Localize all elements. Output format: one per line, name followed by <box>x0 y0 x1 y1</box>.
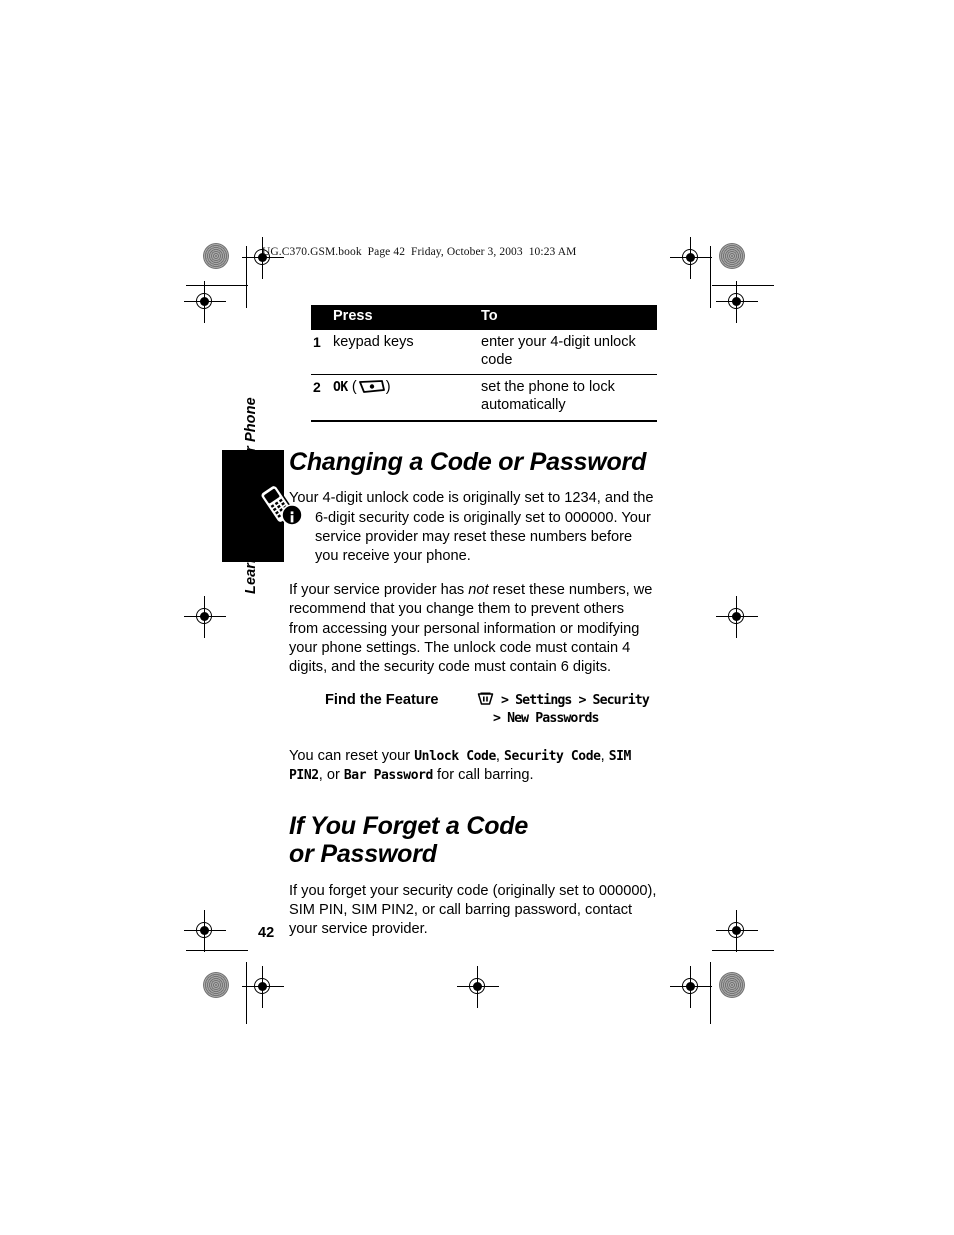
reset-sentence-sep-1: , <box>495 747 505 764</box>
section-heading-changing-a-code-or-password: Changing a Code or Password <box>289 447 647 476</box>
step-press: keypad keys <box>333 329 481 376</box>
registration-mark-right-lower <box>716 910 758 952</box>
registration-mark-right-upper <box>716 281 758 323</box>
step-press: OK () <box>333 374 481 422</box>
halftone-target-bottom-left <box>203 972 229 998</box>
step-to: enter your 4-digit unlock code <box>481 329 657 376</box>
crop-line-right-lower <box>712 950 774 951</box>
paragraph-forgot-code: If you forget your security code (origin… <box>289 882 657 938</box>
registration-mark-top-right <box>670 237 712 279</box>
registration-mark-left-middle <box>184 596 226 638</box>
registration-mark-left-upper <box>184 281 226 323</box>
crop-line-bottom-left-v <box>246 962 247 1024</box>
reset-sentence-sep-2: , <box>600 747 609 764</box>
paragraph-reset-recommendation: If your service provider has not reset t… <box>289 581 657 678</box>
reset-sentence-sep-3: , or <box>318 767 344 784</box>
registration-mark-right-middle <box>716 596 758 638</box>
find-the-feature-label: Find the Feature <box>325 691 439 708</box>
find-the-feature: Find the Feature > Settings > Security > … <box>289 692 657 734</box>
registration-mark-bottom-center <box>457 966 499 1008</box>
note-line-rest: 6-digit security code is originally set … <box>315 509 651 565</box>
registration-mark-bottom-left <box>242 966 284 1008</box>
find-the-feature-path-line-2: > New Passwords <box>493 711 599 727</box>
steps-table-header-row: Press To <box>311 305 657 330</box>
paren-open: ( <box>351 379 357 396</box>
page-content: Press To 1 keypad keys enter your 4-digi… <box>289 305 657 954</box>
paragraph-part-1: If your service provider has <box>289 581 469 598</box>
registration-mark-left-lower <box>184 910 226 952</box>
crop-line-left-lower <box>186 950 248 951</box>
note-line-1: Your 4-digit unlock code is originally s… <box>289 490 654 507</box>
running-header: UG.C370.GSM.book Page 42 Friday, October… <box>262 246 577 258</box>
crop-line-top-right-v <box>710 246 711 308</box>
step-number: 2 <box>311 374 333 422</box>
steps-header-number <box>311 305 333 330</box>
table-row: 1 keypad keys enter your 4-digit unlock … <box>311 329 657 376</box>
paragraph-emphasis-not: not <box>468 581 489 598</box>
step-press-key-label: OK <box>333 380 348 396</box>
steps-header-press: Press <box>333 305 481 330</box>
table-row: 2 OK () set the phone to lock automatica… <box>311 374 657 422</box>
halftone-target-top-right <box>719 243 745 269</box>
reset-sentence-part-2: for call barring. <box>432 767 534 784</box>
crop-line-bottom-right-v <box>710 962 711 1024</box>
halftone-target-bottom-right <box>719 972 745 998</box>
find-the-feature-path: > Settings > Security > New Passwords <box>477 692 657 728</box>
steps-header-to: To <box>481 305 657 330</box>
step-to: set the phone to lock automatically <box>481 374 657 422</box>
crop-line-right-upper <box>712 285 774 286</box>
section-heading-if-you-forget-a-code-or-password: If You Forget a Code or Password <box>289 811 529 869</box>
menu-item-unlock-code: Unlock Code <box>414 748 496 764</box>
find-the-feature-path-line-1: > Settings > Security <box>501 692 650 708</box>
note-block: Your 4-digit unlock code is originally s… <box>289 489 657 567</box>
crop-line-left-upper <box>186 285 248 286</box>
crop-line-top-left-h <box>246 246 247 308</box>
halftone-target-top-left <box>203 243 229 269</box>
paren-close: ) <box>385 379 391 396</box>
menu-key-icon <box>477 692 494 706</box>
paragraph-reset-items: You can reset your Unlock Code, Security… <box>289 747 657 786</box>
center-select-key-icon <box>358 380 385 394</box>
registration-mark-bottom-right <box>670 966 712 1008</box>
steps-table: Press To 1 keypad keys enter your 4-digi… <box>311 305 657 422</box>
reset-sentence-part-1: You can reset your <box>289 747 415 764</box>
menu-item-bar-password: Bar Password <box>343 768 434 784</box>
page-number: 42 <box>258 925 275 941</box>
menu-item-security-code: Security Code <box>504 748 601 764</box>
step-number: 1 <box>311 329 333 376</box>
